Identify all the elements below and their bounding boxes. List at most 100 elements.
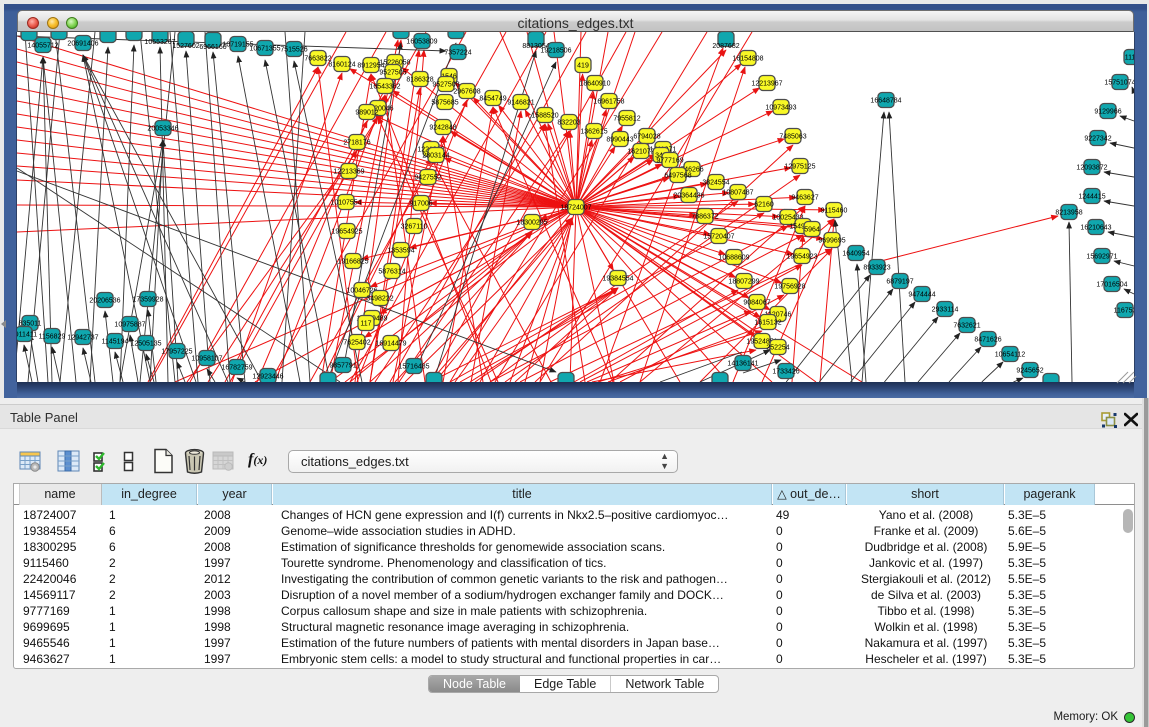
svg-text:419: 419	[577, 63, 589, 70]
svg-text:8471626: 8471626	[974, 337, 1001, 344]
svg-text:7515526: 7515526	[280, 47, 307, 54]
svg-text:1244415: 1244415	[1078, 194, 1105, 201]
svg-text:10107554: 10107554	[330, 200, 361, 207]
svg-text:9474444: 9474444	[908, 292, 935, 299]
svg-text:1615132: 1615132	[754, 320, 781, 327]
svg-text:6794028: 6794028	[633, 134, 660, 141]
svg-text:7357224: 7357224	[444, 50, 471, 57]
svg-text:16961758: 16961758	[593, 99, 624, 106]
svg-text:1527602: 1527602	[172, 43, 199, 50]
svg-text:8213958: 8213958	[1055, 210, 1082, 217]
svg-text:9115460: 9115460	[821, 208, 848, 215]
svg-text:9463627: 9463627	[791, 195, 818, 202]
svg-text:19654923: 19654923	[786, 254, 817, 261]
svg-text:9699695: 9699695	[818, 238, 845, 245]
svg-text:16543362: 16543362	[369, 84, 400, 91]
svg-text:1733426: 1733426	[772, 369, 799, 376]
svg-text:15720407: 15720407	[703, 234, 734, 241]
svg-text:8454749: 8454749	[479, 96, 506, 103]
svg-text:19166825: 19166825	[337, 259, 368, 266]
svg-text:18807299: 18807299	[728, 279, 759, 286]
svg-text:16782759: 16782759	[221, 365, 252, 372]
svg-text:10807487: 10807487	[722, 190, 753, 197]
svg-text:9146821: 9146821	[507, 100, 534, 107]
svg-text:1621072: 1621072	[627, 149, 654, 156]
svg-text:18724007: 18724007	[560, 205, 591, 212]
svg-text:16914479: 16914479	[375, 341, 406, 348]
svg-text:6497568: 6497568	[664, 173, 691, 180]
svg-text:10975887: 10975887	[114, 322, 145, 329]
svg-text:7886372: 7886372	[691, 214, 718, 221]
svg-text:10973493: 10973493	[765, 105, 796, 112]
svg-text:9527508: 9527508	[432, 82, 459, 89]
svg-text:1353594: 1353594	[387, 248, 414, 255]
svg-text:12093872: 12093872	[1076, 165, 1107, 172]
svg-text:15751074: 15751074	[1104, 80, 1134, 87]
svg-text:1156829: 1156829	[39, 334, 66, 341]
svg-text:7955812: 7955812	[613, 116, 640, 123]
svg-text:8933923: 8933923	[863, 265, 890, 272]
svg-text:8160124: 8160124	[328, 62, 355, 69]
svg-text:19654925: 19654925	[331, 229, 362, 236]
svg-text:9857791: 9857791	[329, 363, 356, 370]
svg-text:9129966: 9129966	[1094, 109, 1121, 116]
svg-text:12213369: 12213369	[333, 169, 364, 176]
svg-text:989012: 989012	[355, 110, 378, 117]
svg-text:7625402: 7625402	[343, 340, 370, 347]
svg-text:2087682: 2087682	[712, 43, 739, 50]
svg-text:832203: 832203	[557, 120, 580, 127]
svg-text:3911411: 3911411	[17, 332, 37, 339]
svg-text:12505135: 12505135	[130, 341, 161, 348]
svg-text:7485063: 7485063	[779, 134, 806, 141]
svg-text:20206536: 20206536	[89, 298, 120, 305]
svg-text:16210643: 16210643	[1080, 225, 1111, 232]
svg-text:3824554: 3824554	[702, 180, 729, 187]
svg-text:2803144: 2803144	[422, 153, 449, 160]
svg-text:8186328: 8186328	[406, 77, 433, 84]
svg-text:10958107: 10958107	[191, 356, 222, 363]
svg-text:10654112: 10654112	[995, 352, 1026, 359]
svg-text:17016504: 17016504	[1096, 282, 1127, 289]
svg-text:252254: 252254	[766, 345, 789, 352]
svg-text:9084067: 9084067	[743, 300, 770, 307]
svg-text:2933114: 2933114	[932, 307, 959, 314]
svg-text:116753: 116753	[1114, 308, 1134, 315]
svg-text:14136141: 14136141	[727, 361, 758, 368]
svg-text:17957225: 17957225	[161, 349, 192, 356]
svg-text:12942737: 12942737	[67, 335, 98, 342]
svg-text:10671355: 10671355	[249, 46, 280, 53]
svg-text:1362615: 1362615	[580, 129, 607, 136]
svg-text:917006: 917006	[409, 201, 432, 208]
svg-text:9242848: 9242848	[429, 125, 456, 132]
svg-text:12923446: 12923446	[252, 374, 283, 381]
svg-text:1588520: 1588520	[531, 113, 558, 120]
svg-text:16648784: 16648784	[870, 98, 901, 105]
svg-text:17359928: 17359928	[132, 297, 163, 304]
svg-text:5876314: 5876314	[378, 269, 405, 276]
svg-text:9527505: 9527505	[379, 70, 406, 77]
svg-text:16053809: 16053809	[406, 39, 437, 46]
svg-text:6879197: 6879197	[886, 279, 913, 286]
svg-text:12213967: 12213967	[751, 81, 782, 88]
svg-text:8990443: 8990443	[606, 137, 633, 144]
svg-text:10653267: 10653267	[144, 39, 175, 46]
svg-text:20364436: 20364436	[673, 193, 704, 200]
svg-text:14055712: 14055712	[27, 43, 58, 50]
svg-text:1145194: 1145194	[102, 339, 129, 346]
svg-text:15692971: 15692971	[1086, 254, 1117, 261]
svg-text:16154808: 16154808	[732, 56, 763, 63]
svg-text:19384554: 19384554	[602, 276, 633, 283]
svg-text:2718176: 2718176	[343, 140, 370, 147]
svg-text:18300295: 18300295	[516, 220, 547, 227]
svg-text:9777169: 9777169	[656, 158, 683, 165]
svg-text:12975125: 12975125	[784, 164, 815, 171]
svg-text:3498222: 3498222	[366, 296, 393, 303]
svg-text:7632621: 7632621	[953, 323, 980, 330]
svg-text:10688609: 10688609	[718, 255, 749, 262]
svg-text:1640954: 1640954	[842, 251, 869, 258]
svg-text:19756928: 19756928	[774, 284, 805, 291]
svg-text:9227342: 9227342	[1084, 136, 1111, 143]
svg-text:1112: 1112	[1125, 55, 1134, 62]
svg-text:2967608: 2967608	[453, 89, 480, 96]
svg-text:18640910: 18640910	[579, 81, 610, 88]
